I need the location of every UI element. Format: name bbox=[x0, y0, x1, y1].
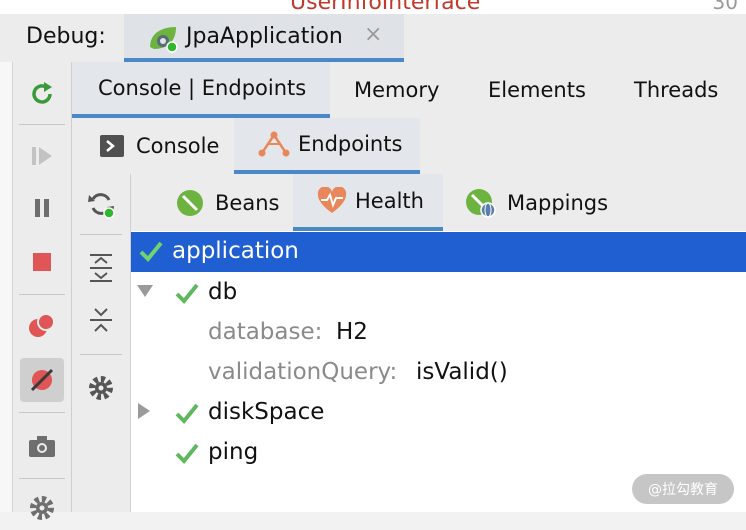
tab-beans-label: Beans bbox=[215, 190, 280, 215]
tree-node-ping[interactable]: ping bbox=[131, 433, 746, 473]
view-breakpoints-icon bbox=[27, 311, 57, 341]
session-tab-jpaapplication[interactable]: JpaApplication × bbox=[124, 14, 404, 62]
tree-node-label: db bbox=[208, 279, 238, 305]
tab-memory[interactable]: Memory bbox=[354, 62, 439, 118]
tab-beans[interactable]: Beans bbox=[175, 174, 279, 231]
tab-endpoints[interactable]: Endpoints bbox=[234, 118, 420, 174]
rerun-icon bbox=[28, 80, 56, 108]
health-tree: application db database: H2 validationQu… bbox=[131, 231, 746, 512]
tree-node-label: ping bbox=[208, 439, 259, 465]
endpoints-icon bbox=[258, 129, 290, 159]
debug-toolwindow-header: Debug: JpaApplication × bbox=[0, 14, 746, 63]
settings-icon bbox=[28, 494, 56, 522]
session-name: JpaApplication bbox=[186, 24, 343, 49]
tree-detail-database[interactable]: database: H2 bbox=[131, 313, 746, 353]
endpoints-toolbar bbox=[72, 174, 131, 512]
tab-mappings[interactable]: Mappings bbox=[465, 174, 608, 231]
tree-node-diskspace[interactable]: diskSpace bbox=[131, 393, 746, 433]
tree-node-application[interactable]: application bbox=[131, 232, 746, 272]
editor-peek-strip: UserInfoInterface 30 bbox=[0, 0, 746, 15]
view-breakpoints-button[interactable] bbox=[20, 304, 64, 348]
tree-expand-icon[interactable] bbox=[136, 402, 152, 420]
tab-console-endpoints[interactable]: Console | Endpoints bbox=[72, 62, 330, 118]
tree-node-label: diskSpace bbox=[208, 399, 325, 425]
close-icon[interactable]: × bbox=[364, 22, 382, 47]
mute-breakpoints-icon bbox=[27, 365, 57, 395]
pause-button[interactable] bbox=[20, 186, 64, 230]
spring-app-icon bbox=[146, 23, 180, 53]
tab-endpoints-label: Endpoints bbox=[298, 132, 403, 156]
stop-button[interactable] bbox=[20, 240, 64, 284]
mappings-icon bbox=[465, 188, 497, 218]
check-icon bbox=[139, 240, 163, 262]
camera-icon bbox=[27, 432, 57, 460]
tree-collapse-icon[interactable] bbox=[136, 283, 154, 299]
endpoints-tabs: Beans Health Mappings bbox=[131, 174, 746, 231]
left-edge-strip bbox=[0, 62, 13, 512]
settings-button[interactable] bbox=[20, 486, 64, 530]
tab-health[interactable]: Health bbox=[293, 174, 443, 231]
detail-value: isValid() bbox=[416, 359, 508, 385]
resume-icon bbox=[28, 142, 56, 170]
resume-button[interactable] bbox=[20, 134, 64, 178]
health-icon bbox=[317, 186, 347, 215]
editor-tab-peek[interactable]: UserInfoInterface bbox=[290, 0, 480, 15]
check-icon bbox=[175, 402, 199, 424]
console-endpoints-subtabs: Console Endpoints bbox=[72, 118, 746, 175]
collapse-all-button[interactable] bbox=[79, 298, 123, 342]
stop-icon bbox=[28, 248, 56, 276]
camera-button[interactable] bbox=[20, 424, 64, 468]
rerun-button[interactable] bbox=[20, 72, 64, 116]
settings-icon bbox=[87, 374, 115, 402]
tab-elements[interactable]: Elements bbox=[488, 62, 586, 118]
tree-detail-validationquery[interactable]: validationQuery: isValid() bbox=[131, 353, 746, 393]
endpoints-settings-button[interactable] bbox=[79, 366, 123, 410]
detail-key: database: bbox=[208, 319, 323, 345]
mute-breakpoints-button[interactable] bbox=[20, 358, 64, 402]
console-icon bbox=[100, 135, 124, 157]
tab-threads[interactable]: Threads bbox=[634, 62, 718, 118]
detail-value: H2 bbox=[336, 319, 368, 345]
expand-all-button[interactable] bbox=[79, 246, 123, 290]
tab-console[interactable]: Console bbox=[100, 118, 219, 174]
tab-health-label: Health bbox=[355, 188, 424, 213]
pause-icon bbox=[28, 194, 56, 222]
check-icon bbox=[175, 442, 199, 464]
debug-label: Debug: bbox=[26, 24, 106, 49]
refresh-icon bbox=[86, 189, 116, 219]
tab-mappings-label: Mappings bbox=[507, 190, 609, 215]
refresh-button[interactable] bbox=[79, 182, 123, 226]
gutter-line-number: 30 bbox=[712, 0, 738, 14]
debugger-tabs: Console | Endpoints Memory Elements Thre… bbox=[72, 62, 746, 119]
tree-node-label: application bbox=[172, 238, 299, 264]
debug-toolbar bbox=[13, 62, 72, 520]
beans-icon bbox=[175, 188, 205, 218]
collapse-all-icon bbox=[87, 305, 115, 335]
tab-console-label: Console bbox=[136, 134, 220, 158]
check-icon bbox=[175, 282, 199, 304]
detail-key: validationQuery: bbox=[208, 359, 398, 385]
tree-node-db[interactable]: db bbox=[131, 273, 746, 313]
expand-all-icon bbox=[87, 253, 115, 283]
watermark: @拉勾教育 bbox=[632, 474, 734, 504]
